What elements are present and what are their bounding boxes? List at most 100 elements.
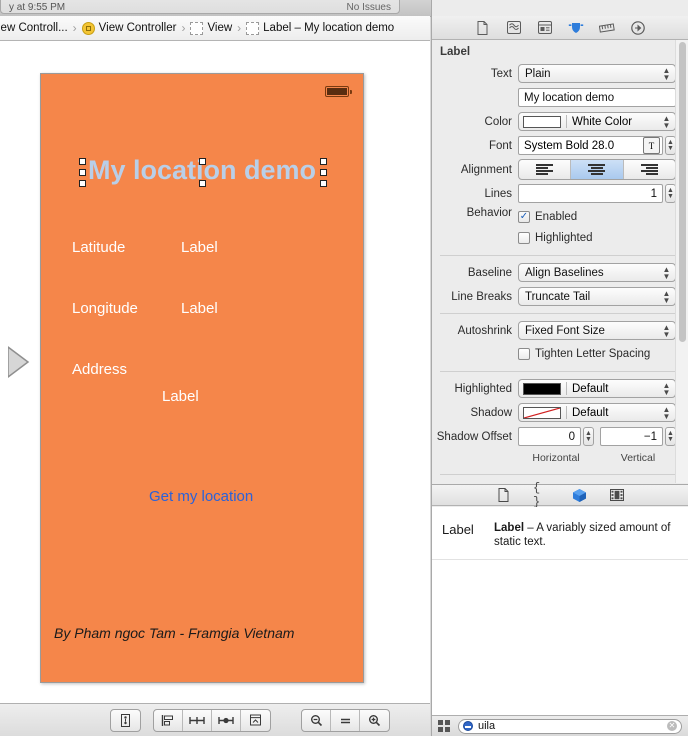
latitude-value-label[interactable]: Label — [181, 239, 218, 256]
highlighted-label: Highlighted — [454, 382, 512, 395]
document-outline-group — [110, 708, 141, 732]
view-icon — [190, 21, 204, 35]
size-inspector-tab[interactable] — [598, 20, 615, 36]
latitude-title-label[interactable]: Latitude — [72, 239, 125, 256]
credit-label[interactable]: By Pham ngoc Tam - Framgia Vietnam — [54, 625, 294, 641]
library-item-name: Label — [442, 522, 474, 537]
tighten-checkbox-row[interactable]: Tighten Letter Spacing — [518, 344, 676, 363]
longitude-title-label[interactable]: Longitude — [72, 300, 138, 317]
line-breaks-select[interactable]: Truncate Tail ▲ ▼ — [518, 287, 676, 306]
baseline-select[interactable]: Align Baselines ▲ ▼ — [518, 263, 676, 282]
get-my-location-button[interactable]: Get my location — [149, 488, 253, 505]
breadcrumb-item-2[interactable]: View — [190, 21, 232, 35]
align-left-button[interactable] — [519, 160, 572, 179]
font-input[interactable]: System Bold 28.0 T — [518, 136, 663, 155]
align-left-icon — [536, 163, 554, 177]
inspector-scrollbar-thumb[interactable] — [679, 42, 686, 342]
selection-handle-ml[interactable] — [79, 169, 86, 176]
auto-layout-align-button[interactable] — [154, 709, 183, 731]
baseline-value: Align Baselines — [525, 266, 604, 279]
selection-handle-tl[interactable] — [79, 158, 86, 165]
breadcrumb-label-3: Label – My location demo — [263, 22, 395, 34]
text-value-input[interactable]: My location demo — [518, 88, 676, 107]
breadcrumb-item-0[interactable]: iew Controll... — [0, 22, 68, 34]
connections-inspector-tab[interactable] — [629, 20, 646, 36]
chevron-updown-icon-sh: ▲ ▼ — [662, 404, 671, 421]
text-type-select[interactable]: Plain ▲ ▼ — [518, 64, 676, 83]
highlighted-behavior-checkbox[interactable] — [518, 231, 530, 244]
breadcrumb-label-1: View Controller — [98, 22, 177, 34]
zoom-out-icon — [310, 714, 322, 726]
zoom-actual-button[interactable] — [331, 709, 360, 731]
library-search-field[interactable]: uila ✕ — [458, 718, 682, 734]
shadow-offset-h-input[interactable]: 0 — [518, 427, 581, 446]
grid-view-icon[interactable] — [438, 720, 450, 732]
address-title-label[interactable]: Address — [72, 361, 127, 378]
attributes-icon — [568, 23, 583, 33]
longitude-value-label[interactable]: Label — [181, 300, 218, 317]
filter-icon[interactable] — [463, 721, 473, 731]
shadow-offset-v-value: −1 — [643, 430, 657, 443]
file-template-library-tab[interactable] — [495, 488, 511, 503]
quick-help-inspector-tab[interactable] — [505, 20, 522, 36]
shadow-label: Shadow — [470, 406, 512, 419]
selection-handle-br[interactable] — [320, 180, 327, 187]
object-library-tab[interactable] — [571, 488, 587, 503]
alignment-segmented-control — [518, 159, 676, 180]
autoshrink-row: Autoshrink Fixed Font Size ▲ ▼ — [432, 320, 688, 341]
file-inspector-tab[interactable] — [474, 20, 491, 36]
selection-handle-bc[interactable] — [199, 180, 206, 187]
selection-handle-bl[interactable] — [79, 180, 86, 187]
document-outline-button[interactable] — [111, 710, 140, 731]
auto-layout-resolve-button[interactable] — [241, 710, 270, 731]
highlighted-color-select[interactable]: Default ▲ ▼ — [518, 379, 676, 398]
align-center-button[interactable] — [571, 160, 624, 179]
font-picker-icon[interactable]: T — [643, 137, 660, 154]
breadcrumb-item-3[interactable]: Label – My location demo — [246, 21, 395, 35]
attributes-inspector-tab[interactable] — [567, 20, 584, 36]
breadcrumb-item-1[interactable]: View Controller — [81, 21, 177, 35]
shadow-offset-v-input[interactable]: −1 — [600, 427, 663, 446]
object-library-list[interactable]: Label Label – A variably sized amount of… — [432, 507, 688, 715]
chevron-right-icon-0: › — [72, 21, 77, 35]
enabled-checkbox[interactable]: ✓ — [518, 210, 530, 223]
code-snippet-library-tab[interactable]: { } — [533, 481, 549, 509]
selection-handle-mr[interactable] — [320, 169, 327, 176]
tighten-checkbox[interactable] — [518, 347, 530, 360]
list-item[interactable]: Label Label – A variably sized amount of… — [432, 507, 688, 560]
lines-input[interactable]: 1 — [518, 184, 663, 203]
text-value-row: My location demo — [432, 87, 688, 108]
text-type-row: Text Plain ▲ ▼ — [432, 63, 688, 84]
canvas-resize-arrow[interactable] — [8, 341, 42, 383]
selection-handle-tr[interactable] — [320, 158, 327, 165]
chevron-updown-icon-autoshrink: ▲ ▼ — [662, 322, 671, 339]
chevron-right-icon-1: › — [181, 21, 186, 35]
selection-handle-tc[interactable] — [199, 158, 206, 165]
resolve-issues-icon — [218, 716, 234, 724]
activity-view: y at 9:55 PM No Issues — [0, 0, 400, 14]
color-select[interactable]: White Color ▲ ▼ — [518, 112, 676, 131]
shadow-color-select[interactable]: Default ▲ ▼ — [518, 403, 676, 422]
search-value: uila — [478, 720, 496, 732]
chevron-updown-icon-color: ▲ ▼ — [662, 113, 671, 130]
iphone-view[interactable]: My location demo Latitude Label Longitud… — [40, 73, 364, 683]
zoom-out-button[interactable] — [302, 709, 331, 731]
shadow-offset-h-stepper[interactable]: ▲ ▼ — [583, 427, 594, 446]
identity-inspector-tab[interactable] — [536, 20, 553, 36]
address-value-label[interactable]: Label — [162, 388, 199, 405]
zoom-in-button[interactable] — [360, 710, 389, 731]
auto-layout-issues-button[interactable] — [212, 709, 241, 731]
interface-builder-canvas[interactable]: My location demo Latitude Label Longitud… — [0, 41, 430, 703]
file-template-icon — [498, 488, 508, 502]
shadow-color-swatch — [523, 406, 561, 419]
autoshrink-select[interactable]: Fixed Font Size ▲ ▼ — [518, 321, 676, 340]
auto-layout-group — [153, 708, 271, 732]
highlighted-behavior-checkbox-row[interactable]: Highlighted — [518, 228, 676, 247]
align-right-button[interactable] — [624, 160, 675, 179]
alignment-label: Alignment — [460, 163, 512, 176]
enabled-checkbox-row[interactable]: ✓ Enabled — [518, 207, 676, 226]
align-center-icon — [588, 163, 606, 177]
auto-layout-pin-button[interactable] — [183, 709, 212, 731]
clear-icon[interactable]: ✕ — [667, 721, 677, 731]
media-library-tab[interactable] — [609, 488, 625, 503]
